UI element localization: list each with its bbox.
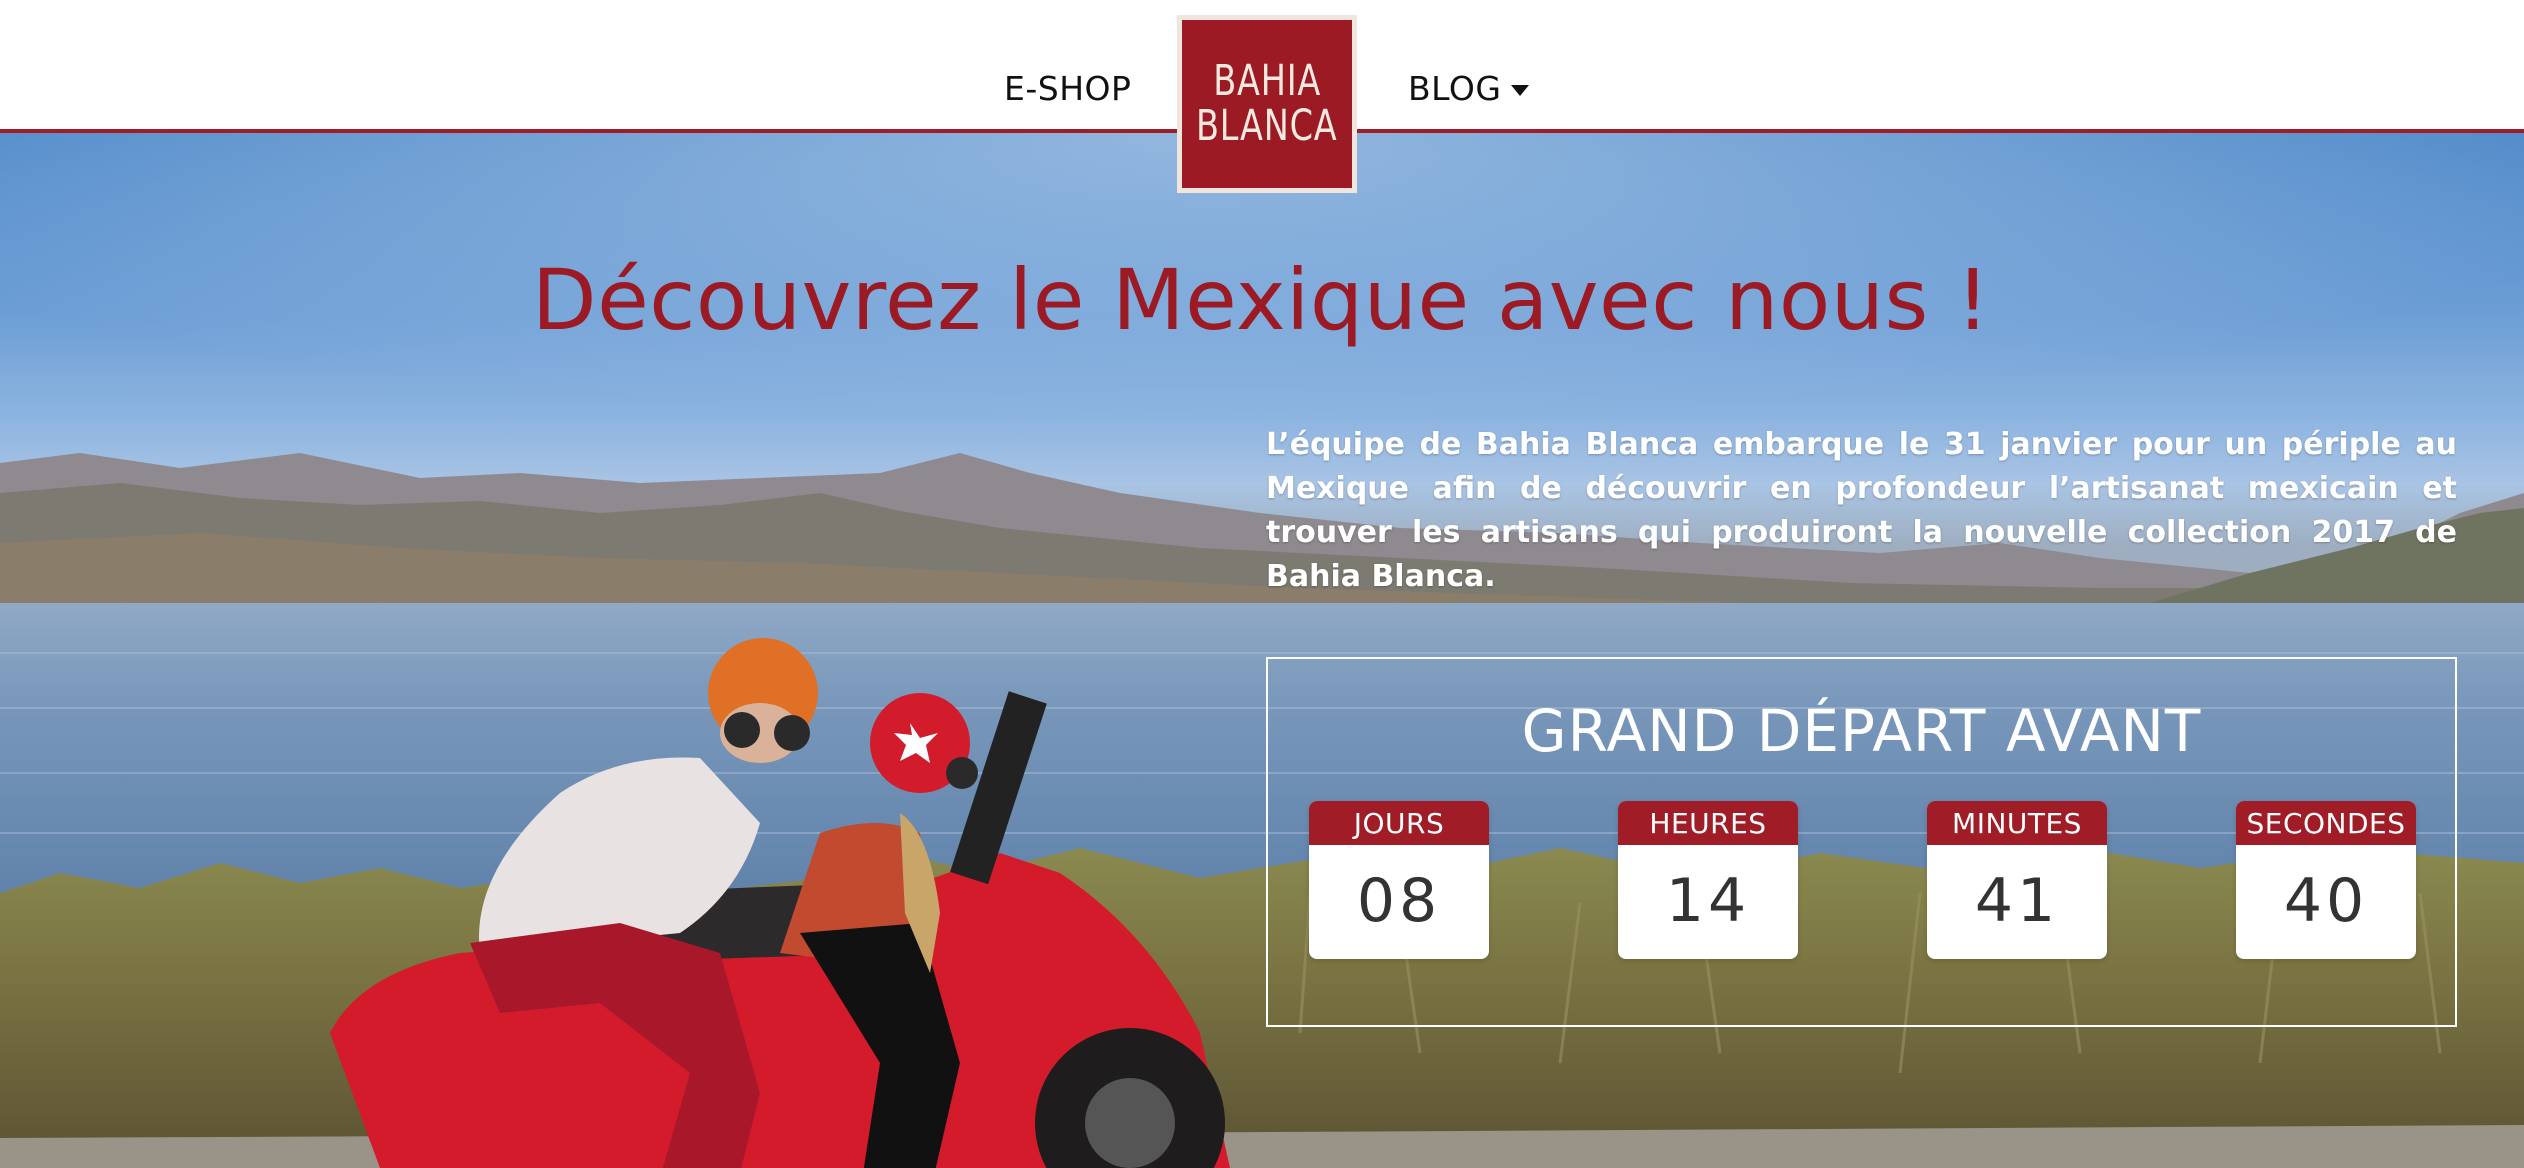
countdown-days: JOURS 08 (1309, 801, 1489, 959)
countdown-unit-value: 40 (2283, 866, 2369, 936)
hero-description: L’équipe de Bahia Blanca embarque le 31 … (1266, 427, 2457, 594)
countdown-hours: HEURES 14 (1618, 801, 1798, 959)
countdown-seconds: SECONDES 40 (2236, 801, 2416, 959)
nav-blog-label: BLOG (1408, 69, 1502, 108)
countdown-unit-value: 14 (1665, 866, 1751, 936)
logo-badge: BAHIA BLANCA (1182, 20, 1352, 188)
countdown-minutes: MINUTES 41 (1927, 801, 2107, 959)
caret-down-icon (1511, 85, 1530, 96)
countdown-unit-label: MINUTES (1927, 801, 2107, 845)
countdown-unit-label: JOURS (1309, 801, 1489, 845)
hero-section: Découvrez le Mexique avec nous ! L’équip… (0, 133, 2524, 1168)
countdown-unit-value: 41 (1974, 866, 2060, 936)
countdown-box: GRAND DÉPART AVANT JOURS 08 HEURES 14 MI… (1266, 657, 2457, 1027)
site-logo[interactable]: BAHIA BLANCA (1177, 15, 1357, 193)
countdown-unit-value: 08 (1356, 866, 1442, 936)
logo-text-line1: BAHIA (1213, 55, 1321, 106)
hero-title: Découvrez le Mexique avec nous ! (531, 251, 1991, 349)
nav-blog-link[interactable]: BLOG (1408, 69, 1530, 108)
logo-text-line2: BLANCA (1196, 101, 1338, 151)
nav-eshop-link[interactable]: E-SHOP (1004, 72, 1131, 105)
countdown-unit-label: HEURES (1618, 801, 1798, 845)
countdown-unit-label: SECONDES (2236, 801, 2416, 845)
countdown-title: GRAND DÉPART AVANT (1521, 697, 2202, 765)
